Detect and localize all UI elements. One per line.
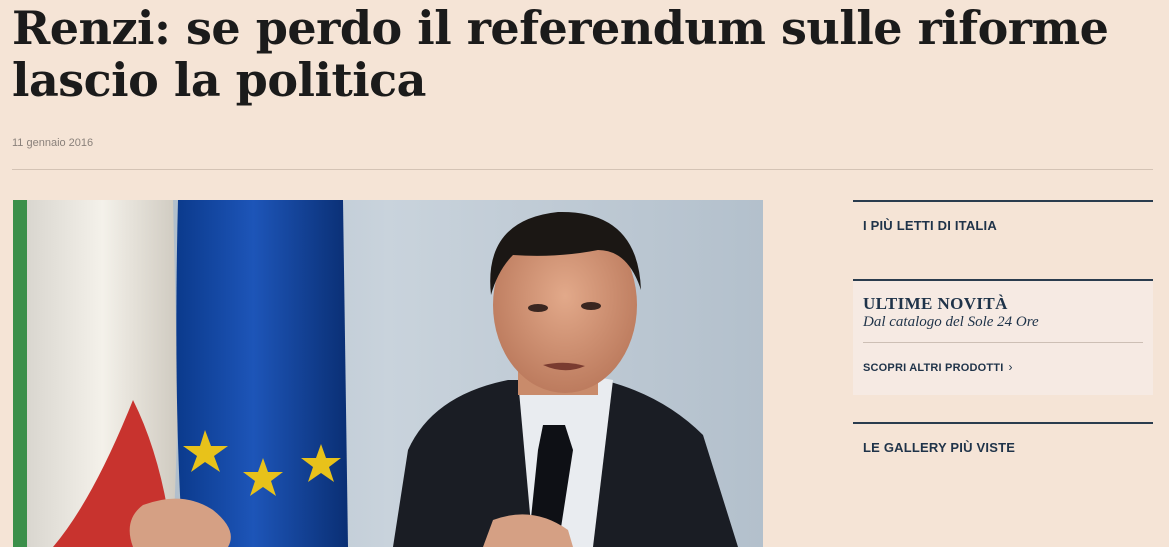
article-title: Renzi: se perdo il referendum sulle rifo… <box>12 1 1109 107</box>
latest-products-heading: ULTIME NOVITÀ <box>863 294 1008 313</box>
chevron-right-icon: › <box>1008 360 1013 374</box>
gallery-heading[interactable]: LE GALLERY PIÙ VISTE <box>863 440 1015 455</box>
discover-products-label: SCOPRI ALTRI PRODOTTI <box>863 362 1004 374</box>
article-date: 11 gennaio 2016 <box>12 137 94 149</box>
most-read-box: I PIÙ LETTI DI ITALIA <box>853 200 1153 262</box>
photo-illustration <box>13 200 763 547</box>
most-read-heading[interactable]: I PIÙ LETTI DI ITALIA <box>863 218 997 233</box>
divider <box>863 342 1143 343</box>
article-photo[interactable] <box>13 200 763 547</box>
discover-products-link[interactable]: SCOPRI ALTRI PRODOTTI › <box>863 360 1013 374</box>
latest-products-box: ULTIME NOVITÀ Dal catalogo del Sole 24 O… <box>853 279 1153 395</box>
divider <box>12 169 1153 170</box>
latest-products-subtitle: Dal catalogo del Sole 24 Ore <box>863 314 1039 330</box>
gallery-box: LE GALLERY PIÙ VISTE <box>853 422 1153 484</box>
